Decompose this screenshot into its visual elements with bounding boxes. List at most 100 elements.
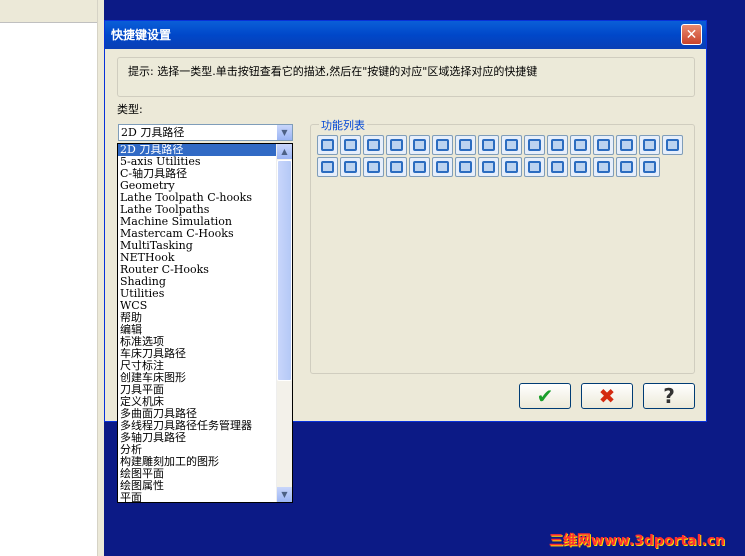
function-button[interactable]: [662, 135, 683, 155]
ok-button[interactable]: ✔: [519, 383, 571, 409]
watermark: 三维网www.3dportal.cn: [548, 533, 725, 549]
function-button[interactable]: [409, 135, 430, 155]
dropdown-item[interactable]: Utilities: [118, 288, 278, 300]
help-button[interactable]: ?: [643, 383, 695, 409]
function-button[interactable]: [455, 157, 476, 177]
dropdown-items: 2D 刀具路径 5-axis Utilities C-轴刀具路径 Geometry La…: [118, 144, 278, 502]
toolpath-icon: [597, 139, 610, 151]
dropdown-item[interactable]: 构建雕刻加工的图形: [118, 456, 278, 468]
dropdown-item[interactable]: 帮助: [118, 312, 278, 324]
function-button[interactable]: [593, 135, 614, 155]
dropdown-item[interactable]: 创建车床图形: [118, 372, 278, 384]
type-dropdown-list[interactable]: 2D 刀具路径 5-axis Utilities C-轴刀具路径 Geometry La…: [117, 143, 293, 503]
dropdown-item[interactable]: WCS: [118, 300, 278, 312]
toolpath-icon: [344, 161, 357, 173]
toolpath-icon: [574, 161, 587, 173]
function-button[interactable]: [386, 157, 407, 177]
function-button[interactable]: [547, 157, 568, 177]
function-button[interactable]: [501, 157, 522, 177]
function-list-group: 功能列表: [310, 117, 695, 374]
toolpath-icon: [620, 139, 633, 151]
function-button[interactable]: [340, 157, 361, 177]
dropdown-item[interactable]: Lathe Toolpaths: [118, 204, 278, 216]
close-button[interactable]: ✕: [681, 24, 702, 45]
dropdown-item[interactable]: Shading: [118, 276, 278, 288]
dropdown-item[interactable]: Geometry: [118, 180, 278, 192]
background-window-header: [0, 0, 104, 23]
dropdown-item[interactable]: 车床刀具路径: [118, 348, 278, 360]
toolpath-icon: [390, 139, 403, 151]
toolpath-icon: [413, 161, 426, 173]
toolpath-icon: [436, 161, 449, 173]
dropdown-item[interactable]: 刀具平面: [118, 384, 278, 396]
dropdown-item[interactable]: 编辑: [118, 324, 278, 336]
function-button[interactable]: [616, 157, 637, 177]
dropdown-item[interactable]: 标准选项: [118, 336, 278, 348]
checkmark-icon: ✔: [536, 384, 554, 408]
function-button[interactable]: [478, 157, 499, 177]
hint-text: 提示: 选择一类型.单击按钮查看它的描述,然后在"按键的对应"区域选择对应的快捷…: [128, 65, 538, 78]
dropdown-item[interactable]: 尺寸标注: [118, 360, 278, 372]
dropdown-item[interactable]: 分析: [118, 444, 278, 456]
toolpath-icon: [436, 139, 449, 151]
toolpath-icon: [551, 161, 564, 173]
function-button[interactable]: [363, 135, 384, 155]
dropdown-item[interactable]: 2D 刀具路径: [118, 144, 278, 156]
dropdown-item[interactable]: 5-axis Utilities: [118, 156, 278, 168]
toolpath-icon: [482, 139, 495, 151]
function-button[interactable]: [616, 135, 637, 155]
function-button[interactable]: [524, 135, 545, 155]
dialog-title: 快捷键设置: [111, 28, 172, 42]
function-button[interactable]: [317, 135, 338, 155]
chevron-down-icon[interactable]: ▼: [276, 125, 292, 140]
dropdown-item[interactable]: NETHook: [118, 252, 278, 264]
toolpath-icon: [390, 161, 403, 173]
toolpath-icon: [344, 139, 357, 151]
function-button[interactable]: [501, 135, 522, 155]
toolpath-icon: [505, 139, 518, 151]
function-button[interactable]: [432, 135, 453, 155]
function-button[interactable]: [317, 157, 338, 177]
function-button[interactable]: [340, 135, 361, 155]
function-button[interactable]: [639, 135, 660, 155]
function-button[interactable]: [639, 157, 660, 177]
cross-icon: ✖: [598, 384, 616, 408]
dropdown-item[interactable]: C-轴刀具路径: [118, 168, 278, 180]
dropdown-item[interactable]: Mastercam C-Hooks: [118, 228, 278, 240]
dropdown-item[interactable]: Lathe Toolpath C-hooks: [118, 192, 278, 204]
toolpath-icon: [505, 161, 518, 173]
dropdown-item[interactable]: MultiTasking: [118, 240, 278, 252]
dropdown-item[interactable]: 多曲面刀具路径: [118, 408, 278, 420]
function-button[interactable]: [570, 157, 591, 177]
dropdown-scrollbar[interactable]: ▲ ▼: [276, 144, 292, 502]
dropdown-item[interactable]: 平面: [118, 492, 278, 502]
scroll-down-icon[interactable]: ▼: [277, 487, 292, 502]
toolpath-icon: [643, 161, 656, 173]
toolpath-icon: [367, 161, 380, 173]
dropdown-item[interactable]: 多轴刀具路径: [118, 432, 278, 444]
background-window: [0, 0, 105, 556]
function-button[interactable]: [432, 157, 453, 177]
dropdown-item[interactable]: 绘图属性: [118, 480, 278, 492]
function-button[interactable]: [547, 135, 568, 155]
function-list-label: 功能列表: [319, 117, 367, 133]
function-button[interactable]: [478, 135, 499, 155]
type-combobox[interactable]: 2D 刀具路径 ▼: [118, 124, 293, 141]
function-button[interactable]: [363, 157, 384, 177]
scroll-up-icon[interactable]: ▲: [277, 144, 292, 159]
function-button[interactable]: [593, 157, 614, 177]
scrollbar-thumb[interactable]: [277, 160, 292, 381]
toolpath-icon: [597, 161, 610, 173]
dropdown-item[interactable]: Router C-Hooks: [118, 264, 278, 276]
function-button[interactable]: [570, 135, 591, 155]
dropdown-item[interactable]: 定义机床: [118, 396, 278, 408]
function-button[interactable]: [409, 157, 430, 177]
function-button[interactable]: [386, 135, 407, 155]
toolpath-icon: [459, 139, 472, 151]
dropdown-item[interactable]: 绘图平面: [118, 468, 278, 480]
dropdown-item[interactable]: 多线程刀具路径任务管理器: [118, 420, 278, 432]
function-button[interactable]: [455, 135, 476, 155]
cancel-button[interactable]: ✖: [581, 383, 633, 409]
function-button[interactable]: [524, 157, 545, 177]
dropdown-item[interactable]: Machine Simulation: [118, 216, 278, 228]
